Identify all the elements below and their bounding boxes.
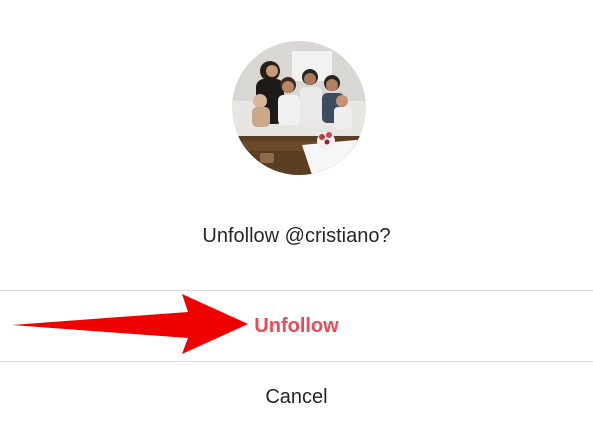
avatar [232, 41, 366, 175]
unfollow-dialog: Unfollow @cristiano? Unfollow Cancel [0, 0, 593, 425]
unfollow-prompt: Unfollow @cristiano? [202, 225, 391, 247]
unfollow-button[interactable]: Unfollow [0, 291, 593, 361]
cancel-button[interactable]: Cancel [0, 362, 593, 425]
avatar-photo-icon [232, 41, 366, 175]
